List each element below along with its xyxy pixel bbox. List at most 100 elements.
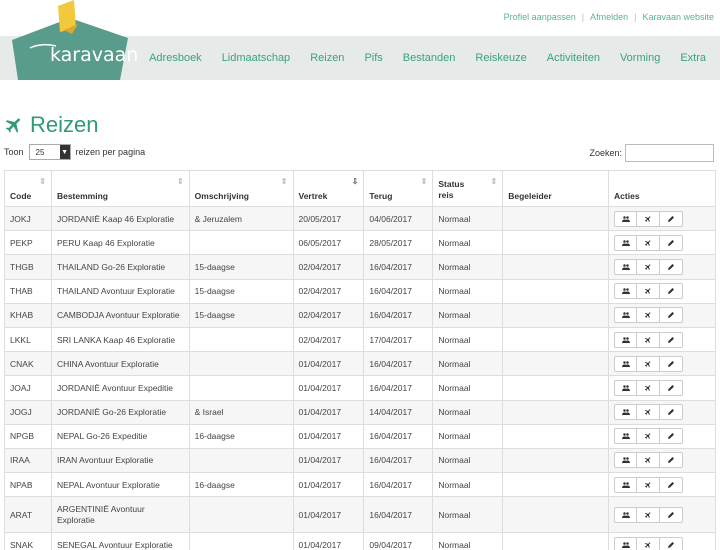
participants-button[interactable] [614,404,638,421]
cell-acties [608,351,716,377]
pencil-icon [667,384,675,392]
trip-button[interactable] [637,210,661,227]
edit-button[interactable] [660,536,684,550]
action-group [614,283,710,300]
cell-begeleider [502,423,610,449]
plane-icon [644,511,652,519]
participants-button[interactable] [614,258,638,275]
trip-button[interactable] [637,234,661,251]
trip-button[interactable] [637,283,661,300]
cell-omschrijving [188,351,294,377]
cell-code: THAB [4,278,52,304]
nav-pifs[interactable]: Pifs [364,52,382,64]
pencil-icon [667,456,675,464]
nav-reiskeuze[interactable]: Reiskeuze [475,52,526,64]
edit-button[interactable] [660,307,684,324]
cell-status: Normaal [432,447,504,474]
trip-button[interactable] [637,258,661,275]
table-row: LKKL SRI LANKA Kaap 46 Exploratie 02/04/20… [4,326,716,353]
trip-button[interactable] [637,331,661,348]
participants-button[interactable] [614,428,638,445]
cell-begeleider [502,351,610,377]
cell-status: Normaal [432,423,504,449]
edit-button[interactable] [660,258,684,275]
edit-button[interactable] [660,210,684,227]
edit-button[interactable] [660,404,684,421]
edit-button[interactable] [660,506,684,523]
plane-icon [644,481,652,489]
participants-button[interactable] [614,331,638,348]
participants-button[interactable] [614,283,638,300]
trip-button[interactable] [637,476,661,493]
edit-button[interactable] [660,452,684,469]
nav-extra[interactable]: Extra [680,52,706,64]
logo-shape-icon [12,0,128,80]
cell-code: JOGJ [4,399,52,425]
cell-bestemming: IRAN Avontuur Exploratie [50,447,190,474]
nav-activiteiten[interactable]: Activiteiten [547,52,600,64]
cell-omschrijving: & Jeruzalem [188,205,294,232]
participants-button[interactable] [614,476,638,493]
edit-button[interactable] [660,331,684,348]
edit-button[interactable] [660,234,684,251]
participants-button[interactable] [614,506,638,523]
nav-vorming[interactable]: Vorming [620,52,660,64]
website-link[interactable]: Karavaan website [642,12,714,22]
search-input[interactable] [625,144,714,162]
search-label: Zoeken: [589,148,622,158]
trip-button[interactable] [637,355,661,372]
nav-reizen[interactable]: Reizen [310,52,344,64]
plane-icon [644,456,652,464]
participants-button[interactable] [614,355,638,372]
trip-button[interactable] [637,307,661,324]
plane-icon [644,215,652,223]
karavaan-logo[interactable]: karavaan [8,0,138,80]
profile-edit-link[interactable]: Profiel aanpassen [504,12,576,22]
cell-acties [608,302,716,328]
participants-button[interactable] [614,379,638,396]
col-header-omschrijving[interactable]: Omschrijving ⇕ [188,170,294,207]
participants-button[interactable] [614,234,638,251]
trip-button[interactable] [637,404,661,421]
plane-icon [644,384,652,392]
users-icon [621,287,630,295]
col-header-status[interactable]: Status reis ⇕ [432,170,504,207]
col-header-bestemming[interactable]: Bestemming ⇕ [50,170,190,207]
participants-button[interactable] [614,536,638,550]
trips-table: Code ⇕ Bestemming ⇕ Omschrijving ⇕ Vertrek ⇩… [4,170,716,550]
cell-begeleider [502,472,610,498]
cell-omschrijving: 15-daagse [188,302,294,328]
cell-acties [608,399,716,425]
col-header-vertrek[interactable]: Vertrek ⇩ [292,170,365,207]
page-length-select[interactable]: 25 ▼ [28,144,71,160]
table-row: JOAJ JORDANIË Avontuur Expeditie 01/04/201… [4,375,716,401]
cell-acties [608,205,716,232]
trip-button[interactable] [637,536,661,550]
table-header-row: Code ⇕ Bestemming ⇕ Omschrijving ⇕ Vertrek ⇩… [4,170,716,207]
col-header-begeleider: Begeleider [502,170,610,207]
trip-button[interactable] [637,506,661,523]
edit-button[interactable] [660,379,684,396]
edit-button[interactable] [660,355,684,372]
col-header-code[interactable]: Code ⇕ [4,170,52,207]
edit-button[interactable] [660,428,684,445]
participants-button[interactable] [614,307,638,324]
trip-button[interactable] [637,379,661,396]
participants-button[interactable] [614,452,638,469]
cell-status: Normaal [432,399,504,425]
cell-status: Normaal [432,472,504,498]
edit-button[interactable] [660,283,684,300]
trip-button[interactable] [637,452,661,469]
nav-lidmaatschap[interactable]: Lidmaatschap [222,52,291,64]
participants-button[interactable] [614,210,638,227]
trip-button[interactable] [637,428,661,445]
col-header-terug[interactable]: Terug ⇕ [363,170,434,207]
nav-bestanden[interactable]: Bestanden [403,52,456,64]
edit-button[interactable] [660,476,684,493]
cell-vertrek: 06/05/2017 [292,230,365,256]
col-label: Begeleider [508,191,552,201]
nav-adresboek[interactable]: Adresboek [149,52,202,64]
logout-link[interactable]: Afmelden [590,12,628,22]
cell-code: IRAA [4,447,52,474]
main-nav: Adresboek Lidmaatschap Reizen Pifs Besta… [129,52,706,64]
